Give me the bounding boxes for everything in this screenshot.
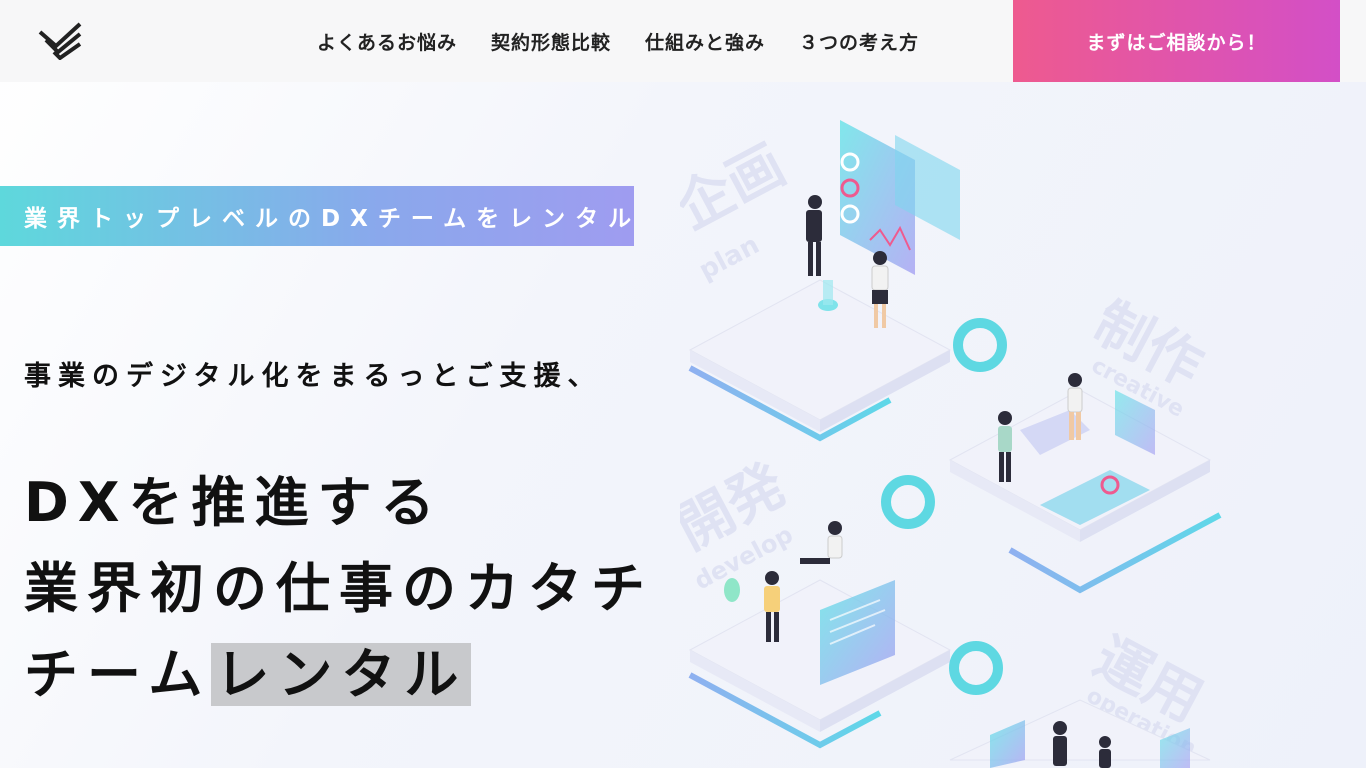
nav-item-faq[interactable]: よくあるお悩み <box>317 28 457 55</box>
nav-item-mechanism[interactable]: 仕組みと強み <box>645 28 765 55</box>
hero-tagline: 業界トップレベルのDXチームをレンタル <box>24 206 642 232</box>
dx-team-illustration: 企画 plan 制作 creative 開発 develop 運用 operat… <box>680 120 1222 768</box>
nav-item-contract-comparison[interactable]: 契約形態比較 <box>491 28 611 55</box>
label-plan-jp: 企画 <box>680 132 795 242</box>
hero-headline: DXを推進する 業界初の仕事のカタチ チームレンタル <box>24 460 694 718</box>
headline-highlight: レンタル <box>211 643 472 706</box>
headline-line-2: 業界初の仕事のカタチ <box>24 557 654 620</box>
label-plan-en: plan <box>694 230 764 286</box>
site-header: よくあるお悩み 契約形態比較 仕組みと強み ３つの考え方 まずはご相談から！ <box>0 0 1366 82</box>
logo-icon[interactable] <box>36 18 84 60</box>
consult-cta-button[interactable]: まずはご相談から！ <box>1013 0 1340 82</box>
headline-line-1: DXを推進する <box>24 471 444 534</box>
hero-subhead: 事業のデジタル化をまるっとご支援、 <box>24 361 602 392</box>
headline-line-3: チームレンタル <box>24 632 694 718</box>
headline-line-3-prefix: チーム <box>24 643 212 706</box>
main-nav: よくあるお悩み 契約形態比較 仕組みと強み ３つの考え方 <box>300 0 936 82</box>
nav-item-three-ideas[interactable]: ３つの考え方 <box>799 28 919 55</box>
